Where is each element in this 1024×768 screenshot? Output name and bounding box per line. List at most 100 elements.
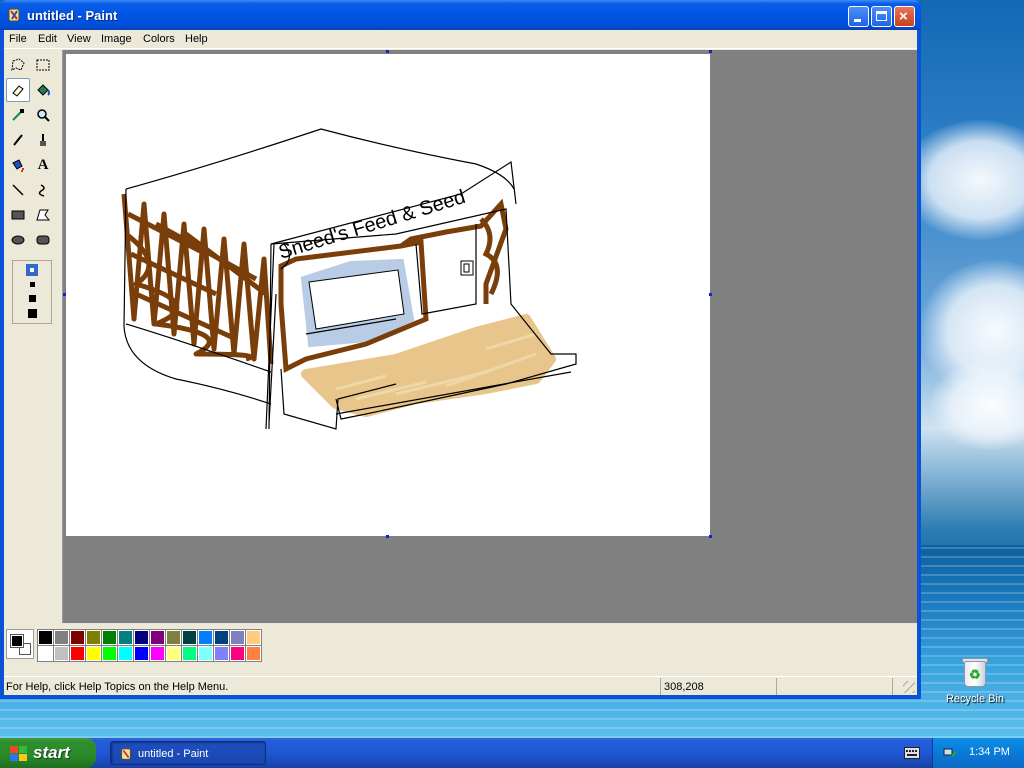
palette-swatch[interactable] [53, 629, 70, 646]
palette-swatch[interactable] [245, 645, 262, 662]
line-tool[interactable] [6, 178, 30, 202]
windows-logo-icon [10, 746, 28, 761]
pencil-tool[interactable] [6, 128, 30, 152]
palette-swatch[interactable] [69, 645, 86, 662]
select-icon [36, 59, 50, 71]
palette-swatch[interactable] [213, 645, 230, 662]
pick-color-tool[interactable] [6, 103, 30, 127]
curve-icon [38, 184, 45, 197]
palette-swatch[interactable] [197, 629, 214, 646]
palette-swatch[interactable] [85, 629, 102, 646]
palette-swatch[interactable] [37, 629, 54, 646]
menu-colors[interactable]: Colors [143, 33, 175, 45]
drawing-canvas[interactable]: Sneed's Feed & Seed [66, 54, 710, 536]
palette-swatch[interactable] [181, 629, 198, 646]
status-divider [776, 678, 777, 695]
menu-image[interactable]: Image [101, 33, 132, 45]
network-icon[interactable] [943, 746, 957, 760]
palette-swatch[interactable] [69, 629, 86, 646]
keyboard-icon[interactable] [904, 747, 920, 759]
palette-swatch[interactable] [53, 645, 70, 662]
rounded-rectangle-icon [36, 235, 50, 245]
rectangle-icon [11, 210, 25, 220]
palette-swatch[interactable] [165, 629, 182, 646]
foreground-color [10, 634, 24, 648]
curve-tool[interactable] [31, 178, 55, 202]
palette-swatch[interactable] [197, 645, 214, 662]
magnifier-tool[interactable] [31, 103, 55, 127]
start-button[interactable]: start [0, 738, 96, 768]
start-label: start [33, 743, 70, 762]
eraser-size-2[interactable] [30, 282, 35, 287]
paint-app-icon [121, 748, 131, 760]
minimize-icon [854, 19, 861, 22]
pick-color-icon [12, 109, 24, 121]
resize-grip[interactable] [903, 681, 915, 693]
resize-handle-bottom[interactable] [386, 535, 389, 538]
palette-swatch[interactable] [245, 629, 262, 646]
maximize-button[interactable] [871, 6, 892, 27]
palette-swatch[interactable] [117, 645, 134, 662]
resize-handle-right[interactable] [709, 293, 712, 296]
ellipse-tool[interactable] [6, 228, 30, 252]
taskbar-button-paint[interactable]: untitled - Paint [110, 741, 266, 765]
palette-swatch[interactable] [37, 645, 54, 662]
palette-swatch[interactable] [133, 645, 150, 662]
tool-box: A [4, 50, 62, 623]
current-colors[interactable] [6, 629, 34, 659]
palette-swatch[interactable] [149, 629, 166, 646]
work-area: Sneed's Feed & Seed [62, 50, 917, 623]
palette-swatch[interactable] [229, 629, 246, 646]
close-button[interactable]: × [894, 6, 915, 27]
menu-help[interactable]: Help [185, 33, 208, 45]
palette-swatch[interactable] [165, 645, 182, 662]
resize-handle-left [63, 293, 66, 296]
drawing: Sneed's Feed & Seed [121, 128, 577, 430]
brown-wall-scribbles [121, 193, 274, 365]
menu-view[interactable]: View [67, 33, 91, 45]
title-bar[interactable]: untitled - Paint × [0, 0, 921, 30]
palette-swatch[interactable] [181, 645, 198, 662]
rectangle-tool[interactable] [6, 203, 30, 227]
rounded-rectangle-tool[interactable] [31, 228, 55, 252]
taskbar: start untitled - Paint 1:34 PM [0, 738, 1024, 768]
resize-handle-bottom-right[interactable] [709, 535, 712, 538]
polygon-tool[interactable] [31, 203, 55, 227]
minimize-button[interactable] [848, 6, 869, 27]
menu-edit[interactable]: Edit [38, 33, 57, 45]
palette-swatch[interactable] [133, 629, 150, 646]
free-form-select-tool[interactable] [6, 53, 30, 77]
palette-swatch[interactable] [101, 645, 118, 662]
select-tool[interactable] [31, 53, 55, 77]
resize-handle-top [386, 50, 389, 53]
palette-swatch[interactable] [117, 629, 134, 646]
maximize-icon [876, 11, 887, 21]
taskbar-button-label: untitled - Paint [138, 748, 209, 760]
free-form-select-icon [11, 58, 25, 71]
airbrush-tool[interactable] [6, 153, 30, 177]
sign-text: Sneed's Feed & Seed [276, 186, 468, 264]
palette-swatch[interactable] [213, 629, 230, 646]
text-tool[interactable]: A [31, 153, 55, 177]
palette-swatch[interactable] [101, 629, 118, 646]
recycle-bin[interactable]: ♻ Recycle Bin [940, 655, 1010, 705]
eraser-icon [12, 85, 24, 97]
palette-swatch[interactable] [149, 645, 166, 662]
eraser-tool[interactable] [6, 78, 30, 102]
resize-handle-top-right[interactable] [709, 50, 712, 53]
palette-swatch[interactable] [85, 645, 102, 662]
eraser-size-3[interactable] [29, 295, 36, 302]
fill-tool[interactable] [31, 78, 55, 102]
menu-file[interactable]: File [9, 33, 27, 45]
clock[interactable]: 1:34 PM [969, 746, 1010, 758]
paint-window: untitled - Paint × File Edit View Image … [0, 0, 921, 699]
door-knob-sign-inner [463, 263, 470, 273]
window-client: File Edit View Image Colors Help A Sneed… [4, 30, 917, 695]
door-knob-sign [460, 260, 474, 276]
palette-swatch[interactable] [229, 645, 246, 662]
paint-app-icon [8, 8, 20, 22]
tool-options [12, 260, 52, 324]
status-bar: For Help, click Help Topics on the Help … [4, 676, 917, 695]
brush-tool[interactable] [31, 128, 55, 152]
eraser-size-4[interactable] [28, 309, 37, 318]
